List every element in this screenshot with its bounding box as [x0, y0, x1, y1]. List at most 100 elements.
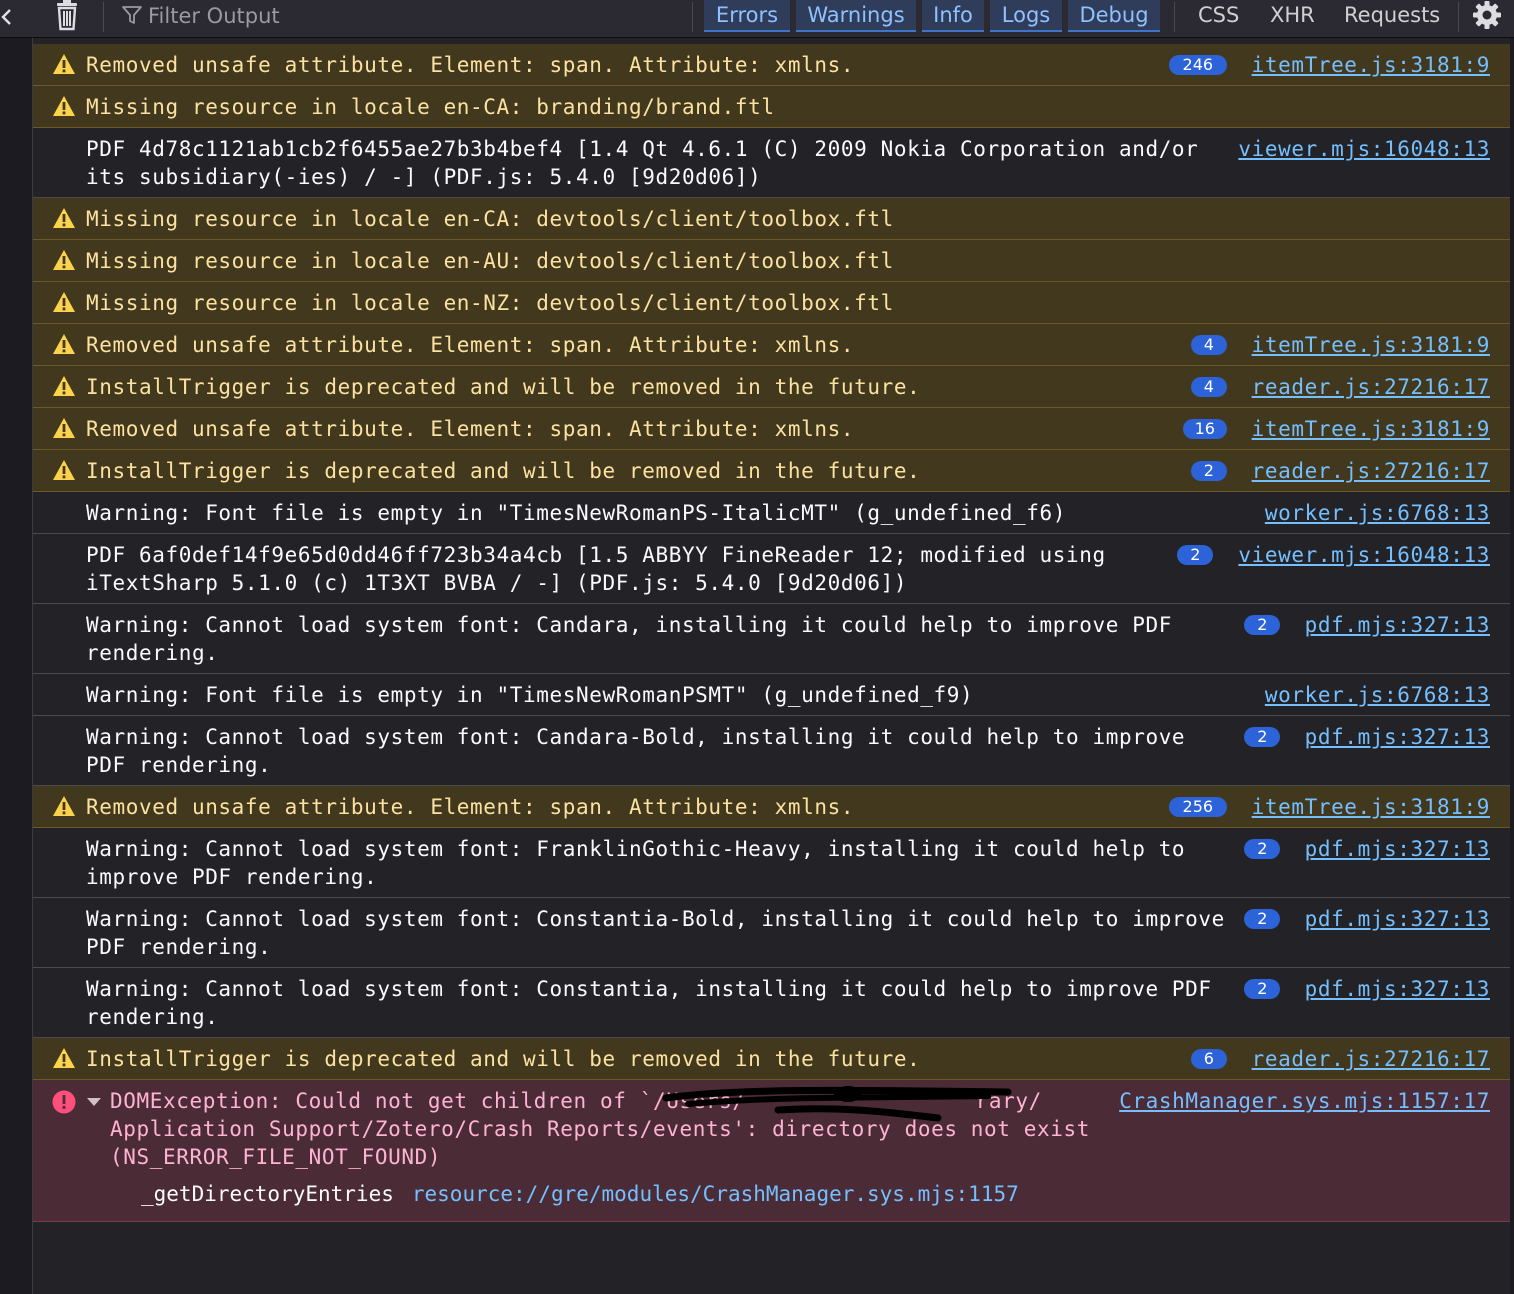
toolbar-separator: [103, 2, 104, 32]
message-text: Missing resource in locale en-CA: brandi…: [86, 95, 775, 119]
filter-info-button[interactable]: Info: [922, 0, 984, 32]
message-text: Removed unsafe attribute. Element: span.…: [86, 795, 855, 819]
console-log-message[interactable]: PDF 4d78c1121ab1cb2f6455ae27b3b4bef4 [1.…: [33, 128, 1510, 198]
source-location-link[interactable]: itemTree.js:3181:9: [1252, 331, 1490, 359]
message-text: PDF 6af0def14f9e65d0dd46ff723b34a4cb [1.…: [86, 543, 1106, 595]
source-location-link[interactable]: viewer.mjs:16048:13: [1238, 541, 1490, 569]
console-warning-message[interactable]: InstallTrigger is deprecated and will be…: [33, 366, 1510, 408]
console-log-message[interactable]: Warning: Cannot load system font: Consta…: [33, 898, 1510, 968]
repeat-count-badge: 2: [1190, 461, 1227, 481]
error-text-start: DOMException: Could not get children of …: [110, 1089, 746, 1113]
message-text: InstallTrigger is deprecated and will be…: [86, 1047, 921, 1071]
console-toolbar: Errors Warnings Info Logs Debug CSS XHR …: [0, 0, 1514, 38]
repeat-count-badge: 2: [1244, 909, 1281, 929]
filter-logs-button[interactable]: Logs: [990, 0, 1062, 32]
message-text: Warning: Cannot load system font: Consta…: [86, 907, 1225, 959]
toolbar-separator: [1458, 2, 1459, 32]
source-location-link[interactable]: pdf.mjs:327:13: [1305, 835, 1490, 863]
expand-triangle-icon[interactable]: [86, 1096, 102, 1108]
repeat-count-badge: 6: [1190, 1049, 1227, 1069]
console-error-message[interactable]: DOMException: Could not get children of …: [33, 1080, 1510, 1222]
chevron-left-icon[interactable]: [0, 4, 14, 30]
message-text: Warning: Cannot load system font: Consta…: [86, 977, 1212, 1029]
source-location-link[interactable]: worker.js:6768:13: [1265, 681, 1490, 709]
source-location-link[interactable]: reader.js:27216:17: [1252, 373, 1490, 401]
warning-icon: [53, 250, 75, 270]
source-location-link[interactable]: pdf.mjs:327:13: [1305, 723, 1490, 751]
warning-icon: [53, 334, 75, 354]
warning-icon: [53, 460, 75, 480]
error-icon: [52, 1090, 76, 1114]
filter-errors-button[interactable]: Errors: [704, 0, 790, 32]
message-text: PDF 4d78c1121ab1cb2f6455ae27b3b4bef4 [1.…: [86, 137, 1199, 189]
console-warning-message[interactable]: Missing resource in locale en-AU: devtoo…: [33, 240, 1510, 282]
console-warning-message[interactable]: InstallTrigger is deprecated and will be…: [33, 1038, 1510, 1080]
console-warning-message[interactable]: Removed unsafe attribute. Element: span.…: [33, 786, 1510, 828]
console-log-message[interactable]: Warning: Cannot load system font: Candar…: [33, 604, 1510, 674]
scrollbar-track[interactable]: [1510, 38, 1514, 1294]
console-warning-message[interactable]: Removed unsafe attribute. Element: span.…: [33, 324, 1510, 366]
warning-icon: [53, 796, 75, 816]
console-log-message[interactable]: Warning: Cannot load system font: Frankl…: [33, 828, 1510, 898]
warning-icon: [53, 418, 75, 438]
message-text: Removed unsafe attribute. Element: span.…: [86, 417, 855, 441]
console-warning-message[interactable]: Removed unsafe attribute. Element: span.…: [33, 408, 1510, 450]
source-location-link[interactable]: pdf.mjs:327:13: [1305, 611, 1490, 639]
source-location-link[interactable]: itemTree.js:3181:9: [1252, 51, 1490, 79]
gear-icon[interactable]: [1470, 0, 1504, 32]
console-log-message[interactable]: PDF 6af0def14f9e65d0dd46ff723b34a4cb [1.…: [33, 534, 1510, 604]
source-location-link[interactable]: pdf.mjs:327:13: [1305, 905, 1490, 933]
message-text: Warning: Cannot load system font: Candar…: [86, 613, 1172, 665]
message-text: Warning: Cannot load system font: Candar…: [86, 725, 1186, 777]
stack-frame[interactable]: _getDirectoryEntries resource://gre/modul…: [141, 1180, 1019, 1208]
stack-location-link[interactable]: resource://gre/modules/CrashManager.sys.…: [412, 1182, 1019, 1206]
sidebar-gutter: [0, 38, 33, 1294]
filter-output-input[interactable]: [148, 2, 668, 30]
message-text: Removed unsafe attribute. Element: span.…: [86, 53, 855, 77]
source-location-link[interactable]: CrashManager.sys.mjs:1157:17: [1119, 1087, 1490, 1115]
filter-warnings-button[interactable]: Warnings: [796, 0, 916, 32]
toolbar-separator: [692, 2, 693, 32]
console-warning-message[interactable]: InstallTrigger is deprecated and will be…: [33, 450, 1510, 492]
filter-debug-button[interactable]: Debug: [1068, 0, 1160, 32]
source-location-link[interactable]: reader.js:27216:17: [1252, 1045, 1490, 1073]
source-location-link[interactable]: pdf.mjs:327:13: [1305, 975, 1490, 1003]
warning-icon: [53, 96, 75, 116]
source-location-link[interactable]: itemTree.js:3181:9: [1252, 793, 1490, 821]
source-location-link[interactable]: reader.js:27216:17: [1252, 457, 1490, 485]
console-log-message[interactable]: Warning: Font file is empty in "TimesNew…: [33, 674, 1510, 716]
warning-icon: [53, 54, 75, 74]
repeat-count-badge: 2: [1244, 727, 1281, 747]
message-text: InstallTrigger is deprecated and will be…: [86, 375, 921, 399]
console-log-message[interactable]: Warning: Cannot load system font: Consta…: [33, 968, 1510, 1038]
filter-requests-button[interactable]: Requests: [1344, 0, 1440, 32]
message-text: Warning: Font file is empty in "TimesNew…: [86, 683, 974, 707]
filter-css-button[interactable]: CSS: [1198, 0, 1239, 32]
message-text: Missing resource in locale en-AU: devtoo…: [86, 249, 894, 273]
repeat-count-badge: 2: [1244, 839, 1281, 859]
message-text: Warning: Font file is empty in "TimesNew…: [86, 501, 1066, 525]
repeat-count-badge: 4: [1190, 377, 1227, 397]
warning-icon: [53, 292, 75, 312]
source-location-link[interactable]: worker.js:6768:13: [1265, 499, 1490, 527]
filter-icon: [122, 6, 142, 24]
message-text: Missing resource in locale en-CA: devtoo…: [86, 207, 894, 231]
message-text: Removed unsafe attribute. Element: span.…: [86, 333, 855, 357]
source-location-link[interactable]: itemTree.js:3181:9: [1252, 415, 1490, 443]
repeat-count-badge: 16: [1182, 419, 1227, 439]
console-output: Removed unsafe attribute. Element: span.…: [33, 44, 1510, 1222]
console-warning-message[interactable]: Removed unsafe attribute. Element: span.…: [33, 44, 1510, 86]
repeat-count-badge: 2: [1244, 615, 1281, 635]
console-warning-message[interactable]: Missing resource in locale en-NZ: devtoo…: [33, 282, 1510, 324]
toolbar-separator: [1174, 2, 1175, 32]
source-location-link[interactable]: viewer.mjs:16048:13: [1238, 135, 1490, 163]
console-log-message[interactable]: Warning: Cannot load system font: Candar…: [33, 716, 1510, 786]
warning-icon: [53, 1048, 75, 1068]
console-warning-message[interactable]: Missing resource in locale en-CA: devtoo…: [33, 198, 1510, 240]
repeat-count-badge: 2: [1177, 545, 1214, 565]
console-warning-message[interactable]: Missing resource in locale en-CA: brandi…: [33, 86, 1510, 128]
console-log-message[interactable]: Warning: Font file is empty in "TimesNew…: [33, 492, 1510, 534]
filter-xhr-button[interactable]: XHR: [1270, 0, 1315, 32]
message-text: Missing resource in locale en-NZ: devtoo…: [86, 291, 894, 315]
trash-icon[interactable]: [52, 0, 82, 32]
